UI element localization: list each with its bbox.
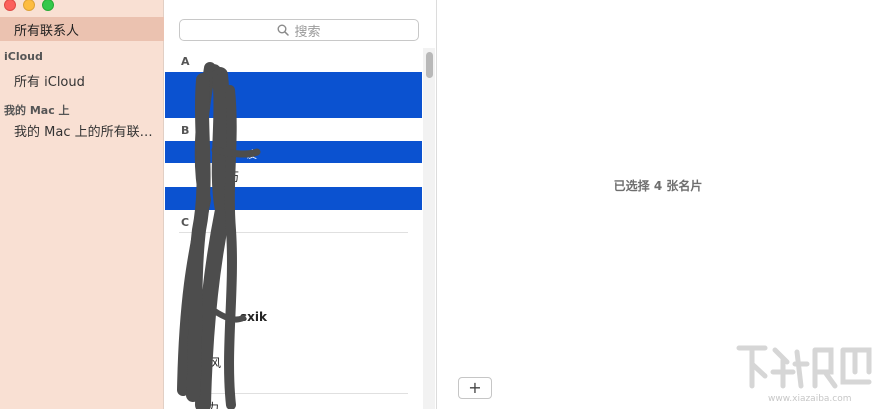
watermark-logo (736, 345, 872, 389)
sidebar-item-all-icloud[interactable]: 所有 iCloud (14, 71, 85, 90)
sidebar-item-all-contacts-label: 所有联系人 (14, 24, 80, 39)
sidebar: 所有联系人 iCloud 所有 iCloud 我的 Mac 上 我的 Mac 上… (0, 0, 164, 409)
section-divider (179, 393, 408, 394)
section-letter-b: B (181, 124, 190, 137)
selected-contact-row[interactable] (165, 141, 422, 163)
contact-name[interactable]: 力 (207, 399, 219, 409)
contact-name: 皮 (247, 150, 257, 161)
scrollbar-thumb[interactable] (426, 52, 433, 78)
add-contact-button[interactable]: + (458, 377, 492, 399)
contacts-window: 所有联系人 iCloud 所有 iCloud 我的 Mac 上 我的 Mac 上… (0, 0, 878, 409)
section-divider (179, 232, 408, 233)
watermark-url: www.xiazaiba.com (768, 394, 852, 404)
search-icon (277, 21, 290, 40)
minimize-button[interactable] (23, 0, 35, 11)
add-icon: + (468, 378, 482, 397)
contact-name[interactable]: -sxik (235, 310, 267, 324)
contact-name[interactable]: 风 (209, 354, 221, 371)
window-controls (4, 0, 54, 11)
contact-name[interactable]: 历 (227, 168, 239, 185)
contact-list: 搜索 A B 皮 历 C -sxik 风 力 (165, 0, 437, 409)
sidebar-item-all-on-my-mac[interactable]: 我的 Mac 上的所有联… (14, 121, 153, 140)
selected-contact-row[interactable] (165, 187, 422, 210)
search-field[interactable]: 搜索 (179, 19, 419, 41)
sidebar-header-icloud: iCloud (4, 50, 43, 63)
selection-summary: 已选择 4 张名片 (613, 179, 703, 193)
section-letter-a: A (181, 55, 190, 68)
sidebar-header-my-mac: 我的 Mac 上 (4, 104, 70, 117)
scrollbar-track[interactable] (423, 48, 435, 409)
zoom-button[interactable] (42, 0, 54, 11)
search-placeholder: 搜索 (294, 24, 321, 40)
section-letter-c: C (181, 216, 190, 229)
selected-contact-row[interactable] (165, 72, 422, 118)
close-button[interactable] (4, 0, 16, 11)
